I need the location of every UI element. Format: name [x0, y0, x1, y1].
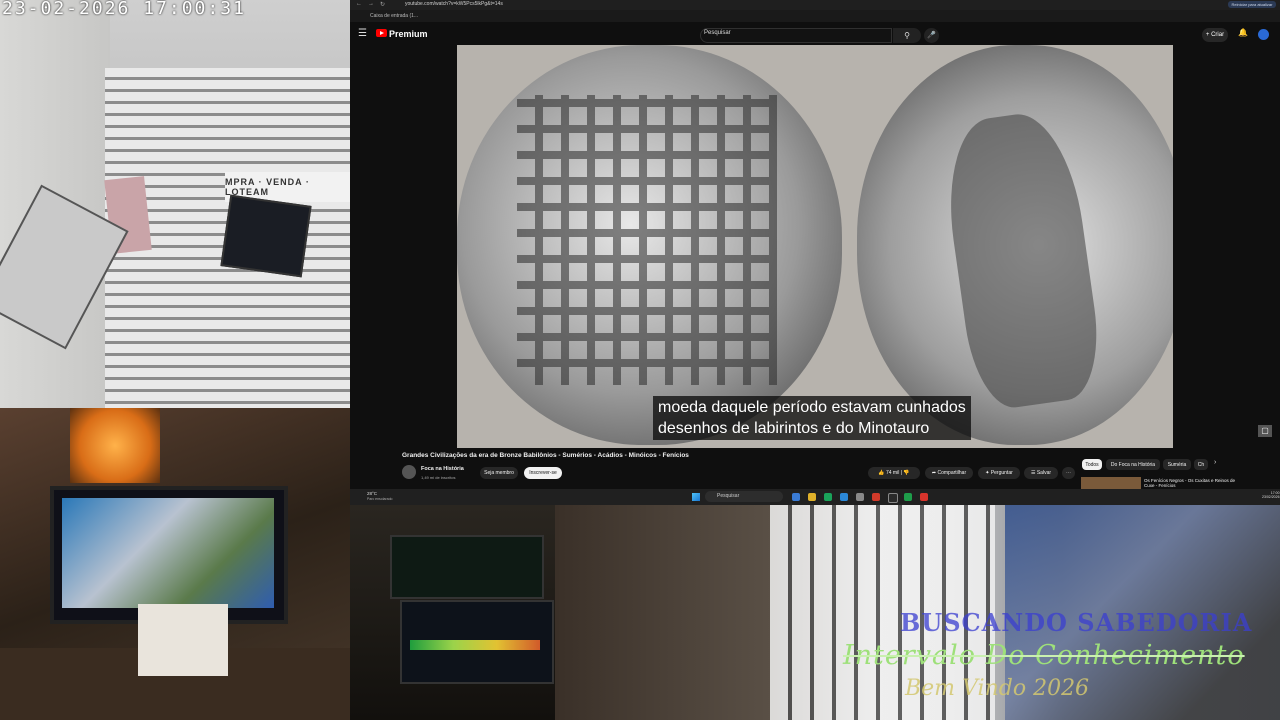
taskbar-clock[interactable]: 17:00 23/02/2026	[1262, 491, 1280, 499]
overlay-title: BUSCANDO SABEDORIA	[900, 608, 1253, 637]
youtube-app-icon[interactable]	[872, 493, 880, 501]
save-button[interactable]: ☰ Salvar	[1024, 467, 1058, 479]
taskbar-search[interactable]: Pesquisar	[705, 491, 783, 502]
premium-label[interactable]: Premium	[389, 29, 428, 39]
browser-window: ← → ↻ youtube.com/watch?v=kW5Pcs5lkPg&t=…	[350, 0, 1280, 505]
reload-icon[interactable]: ↻	[380, 1, 385, 8]
forward-icon[interactable]: →	[368, 1, 374, 7]
media-icon[interactable]	[920, 493, 928, 501]
task-view-icon[interactable]	[792, 493, 800, 501]
update-button[interactable]: Reiniciar para atualizar	[1228, 1, 1276, 8]
like-count: 74 mil	[885, 470, 900, 476]
avatar[interactable]	[1258, 29, 1269, 40]
chrome-icon[interactable]	[824, 493, 832, 501]
lamp	[70, 408, 160, 483]
chip-all[interactable]: Todos	[1082, 459, 1102, 470]
channel-name[interactable]: Foca na História	[421, 466, 464, 472]
studio-monitor	[390, 535, 544, 599]
camera-feed-desk	[0, 408, 350, 720]
obs-icon[interactable]	[888, 493, 898, 503]
camera-feed-street: MPRA · VENDA · LOTEAM 23-02-2026 17:00:3…	[0, 0, 350, 408]
notifications-bell-icon[interactable]: 🔔	[1238, 28, 1248, 37]
ask-button[interactable]: ✦ Perguntar	[978, 467, 1020, 479]
chip-sumeria[interactable]: Suméria	[1163, 459, 1191, 470]
spreadsheet-icon[interactable]	[904, 493, 912, 501]
like-button[interactable]: 👍 74 mil | 👎	[868, 467, 920, 479]
join-button[interactable]: Seja membro	[480, 467, 518, 479]
create-button[interactable]: + Criar	[1202, 28, 1228, 42]
channel-avatar[interactable]	[402, 465, 416, 479]
windows-start-icon[interactable]	[692, 493, 700, 501]
video-caption: moeda daquele período estavam cunhados d…	[653, 396, 971, 440]
chevron-right-icon[interactable]: ›	[1214, 459, 1216, 466]
create-label: Criar	[1211, 32, 1225, 38]
search-placeholder: Pesquisar	[704, 30, 731, 36]
overlay-subtitle: Intervalo Do Conhecimento	[843, 640, 1245, 671]
address-bar[interactable]: youtube.com/watch?v=kW5Pcs5lkPg&t=14s	[405, 1, 503, 7]
desk-calendar	[138, 604, 228, 676]
share-label: Compartilhar	[937, 470, 967, 476]
bookmarks-bar	[350, 10, 1280, 22]
fullscreen-icon[interactable]: ▢	[1258, 425, 1272, 437]
suggestion-title[interactable]: Os Fenícios Negros - Os Cuxitas e Reinos…	[1144, 478, 1239, 488]
save-label: Salvar	[1036, 470, 1052, 476]
file-explorer-icon[interactable]	[808, 493, 816, 501]
youtube-logo-icon[interactable]	[376, 29, 387, 37]
more-options-icon[interactable]: ⋯	[1062, 467, 1075, 479]
camera-feed-studio	[350, 505, 555, 720]
app-icon[interactable]	[856, 493, 864, 501]
microphone-icon[interactable]: 🎤	[924, 28, 939, 43]
weather-description: Parc ensolarado	[367, 497, 393, 501]
labyrinth-pattern	[517, 95, 777, 385]
chip-channel[interactable]: Do Foca na História	[1106, 459, 1160, 470]
ask-label: Perguntar	[990, 470, 1013, 476]
video-player[interactable]: moeda daquele período estavam cunhados d…	[457, 45, 1173, 448]
desk-monitor-screen	[62, 498, 274, 608]
audio-meter	[410, 640, 540, 650]
chip-more[interactable]: Ch	[1194, 459, 1208, 470]
overlay-greeting: Bem Vindo 2026	[905, 676, 1090, 701]
search-icon[interactable]: ⚲	[893, 28, 921, 43]
edge-icon[interactable]	[840, 493, 848, 501]
channel-subscribers: 1,49 mi de inscritos	[421, 475, 456, 480]
bookmark-item[interactable]: Caixa de entrada (1...	[370, 13, 418, 19]
menu-icon[interactable]: ☰	[358, 28, 367, 39]
subscribe-button[interactable]: Inscrever-se	[524, 467, 562, 479]
clock-date: 23/02/2026	[1262, 495, 1280, 499]
video-title: Grandes Civilizações da era de Bronze Ba…	[402, 452, 689, 459]
back-icon[interactable]: ←	[356, 1, 362, 7]
share-button[interactable]: ➦ Compartilhar	[925, 467, 973, 479]
weather-temp[interactable]: 28°C	[367, 491, 377, 496]
hanging-laptop-dark	[220, 194, 312, 278]
camera-timestamp: 23-02-2026 17:00:31	[2, 0, 246, 19]
